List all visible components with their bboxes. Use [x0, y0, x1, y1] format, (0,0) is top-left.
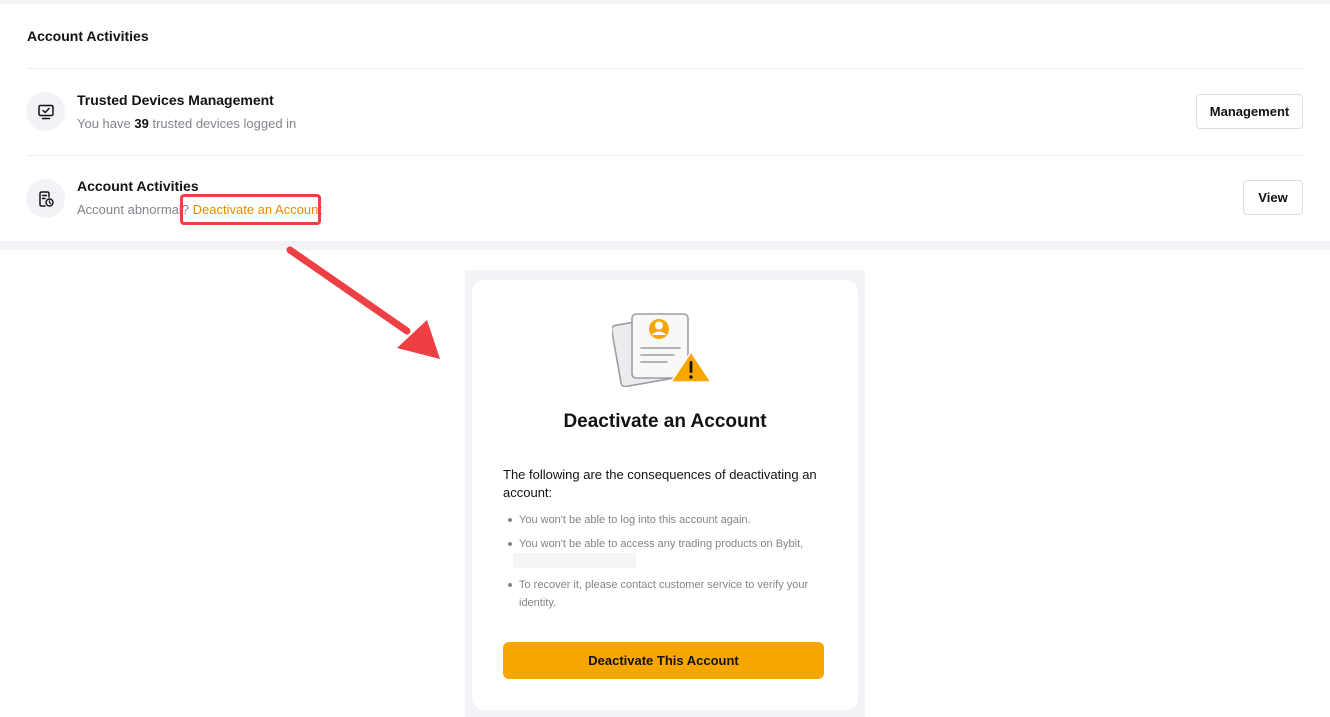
modal-intro: The following are the consequences of de…: [503, 467, 817, 500]
trusted-devices-count: 39: [134, 116, 149, 131]
annotation-arrow-icon: [286, 246, 440, 359]
view-button[interactable]: View: [1243, 180, 1303, 215]
deactivate-this-account-button[interactable]: Deactivate This Account: [503, 642, 824, 679]
consequence-item: To recover it, please contact customer s…: [508, 576, 824, 612]
modal-title: Deactivate an Account: [563, 411, 767, 432]
divider: [27, 155, 1303, 156]
section-title: Account Activities: [27, 28, 149, 44]
account-activities-title: Account Activities: [77, 178, 199, 194]
annotation-highlight-box: [180, 194, 321, 225]
consequence-item: You won't be able to access any trading …: [508, 535, 824, 553]
document-clock-icon: [26, 179, 65, 218]
monitor-check-icon: [26, 92, 65, 131]
management-button[interactable]: Management: [1196, 94, 1303, 129]
section-separator: [0, 241, 1330, 250]
redacted-text: [513, 553, 636, 568]
consequence-item: You won't be able to log into this accou…: [508, 511, 824, 529]
trusted-devices-subtitle: You have 39 trusted devices logged in: [77, 116, 297, 131]
document-warning-illustration: [612, 313, 712, 387]
divider: [27, 68, 1303, 69]
trusted-devices-title: Trusted Devices Management: [77, 92, 274, 108]
